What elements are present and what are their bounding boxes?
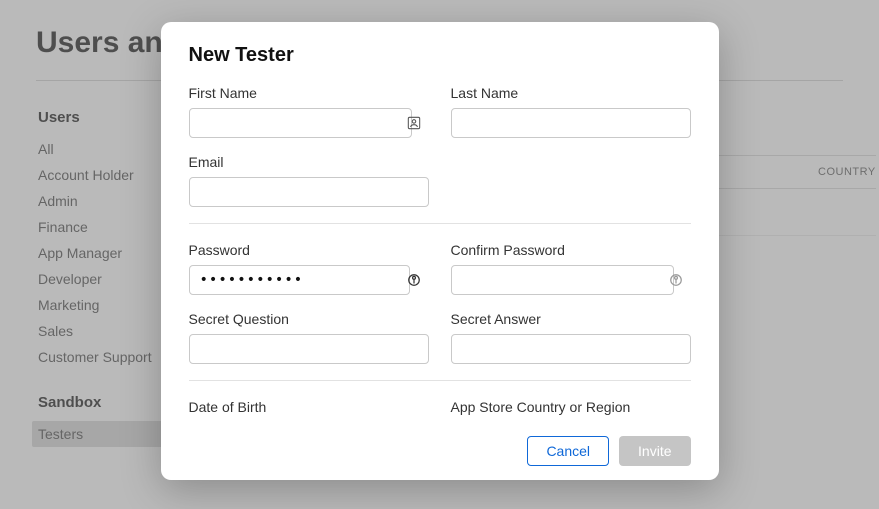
- secret-answer-label: Secret Answer: [451, 311, 691, 327]
- new-tester-modal: New Tester First Name Last Name: [161, 22, 719, 480]
- key-icon: [407, 273, 421, 287]
- divider: [189, 380, 691, 381]
- invite-button[interactable]: Invite: [619, 436, 690, 466]
- country-label: App Store Country or Region: [451, 399, 691, 415]
- contact-icon: [407, 116, 421, 130]
- secret-question-label: Secret Question: [189, 311, 429, 327]
- email-label: Email: [189, 154, 429, 170]
- secret-question-field[interactable]: [189, 334, 429, 364]
- key-icon: [669, 273, 683, 287]
- divider: [189, 223, 691, 224]
- last-name-label: Last Name: [451, 85, 691, 101]
- password-field[interactable]: [189, 265, 410, 295]
- modal-overlay: New Tester First Name Last Name: [0, 0, 879, 509]
- cancel-button[interactable]: Cancel: [527, 436, 609, 466]
- confirm-password-field[interactable]: [451, 265, 674, 295]
- first-name-field[interactable]: [189, 108, 412, 138]
- secret-answer-field[interactable]: [451, 334, 691, 364]
- dob-label: Date of Birth: [189, 399, 429, 415]
- confirm-password-label: Confirm Password: [451, 242, 691, 258]
- first-name-label: First Name: [189, 85, 429, 101]
- password-label: Password: [189, 242, 429, 258]
- modal-footer: Cancel Invite: [189, 426, 691, 466]
- modal-title: New Tester: [189, 44, 691, 67]
- last-name-field[interactable]: [451, 108, 691, 138]
- email-field[interactable]: [189, 177, 429, 207]
